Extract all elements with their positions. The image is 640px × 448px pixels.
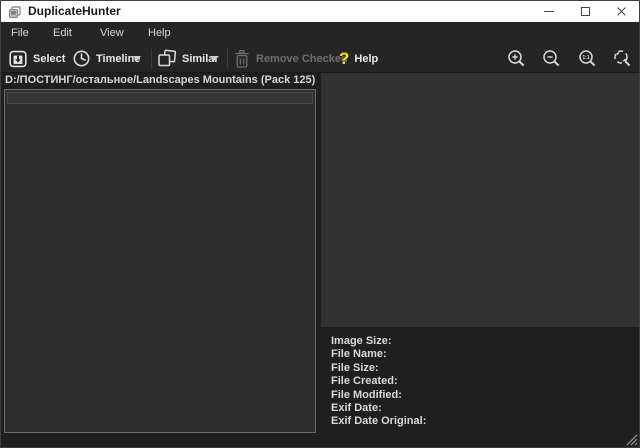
toolbar-separator xyxy=(151,49,152,68)
menu-help[interactable]: Help xyxy=(148,22,171,45)
zoom-actual-size-icon: 1:1 xyxy=(578,49,598,69)
maximize-button[interactable] xyxy=(567,1,603,22)
current-folder-path: D:/ПОСТИНГ/остальное/Landscapes Mountain… xyxy=(5,74,315,86)
zoom-in-icon xyxy=(507,49,527,69)
toolbar-separator xyxy=(227,49,228,68)
menu-edit[interactable]: Edit xyxy=(53,22,72,45)
image-preview-area[interactable] xyxy=(321,73,639,327)
menu-view[interactable]: View xyxy=(100,22,124,45)
file-details-panel: Image Size: File Name: File Size: File C… xyxy=(331,335,426,429)
window-title: DuplicateHunter xyxy=(28,1,121,22)
detail-exif-date-original-label: Exif Date Original: xyxy=(331,415,426,428)
zoom-in-button[interactable] xyxy=(507,45,527,72)
close-icon xyxy=(616,6,627,17)
list-item-selected[interactable] xyxy=(7,92,313,104)
select-label: Select xyxy=(33,53,65,65)
detail-file-modified-label: File Modified: xyxy=(331,389,426,402)
app-logo-icon xyxy=(8,5,22,19)
timeline-clock-icon xyxy=(72,49,91,68)
zoom-fit-icon xyxy=(613,49,633,69)
detail-exif-date-label: Exif Date: xyxy=(331,402,426,415)
app-window: DuplicateHunter File Edit View Help Sele… xyxy=(0,0,640,448)
duplicate-list-panel[interactable] xyxy=(4,89,316,433)
window-controls xyxy=(531,1,639,22)
close-button[interactable] xyxy=(603,1,639,22)
menu-file[interactable]: File xyxy=(11,22,29,45)
help-question-icon: ? xyxy=(339,45,349,72)
toolbar: Select Timeline Similar xyxy=(1,45,639,73)
timeline-dropdown-button[interactable] xyxy=(133,45,141,72)
detail-file-name-label: File Name: xyxy=(331,348,426,361)
select-icon xyxy=(8,49,28,69)
maximize-icon xyxy=(581,7,590,16)
svg-text:1:1: 1:1 xyxy=(582,55,589,61)
menubar: File Edit View Help xyxy=(1,22,639,45)
zoom-actual-size-button[interactable]: 1:1 xyxy=(578,45,598,72)
chevron-down-icon xyxy=(133,56,141,61)
help-label: Help xyxy=(354,53,378,65)
zoom-out-icon xyxy=(542,49,562,69)
help-button[interactable]: ? Help xyxy=(339,45,378,72)
chevron-down-icon xyxy=(210,56,218,61)
zoom-fit-button[interactable] xyxy=(613,45,633,72)
titlebar: DuplicateHunter xyxy=(1,1,639,22)
remove-checked-label: Remove Checked xyxy=(256,53,348,65)
timeline-button[interactable]: Timeline xyxy=(72,45,140,72)
minimize-icon xyxy=(544,11,554,12)
detail-image-size-label: Image Size: xyxy=(331,335,426,348)
minimize-button[interactable] xyxy=(531,1,567,22)
similar-dropdown-button[interactable] xyxy=(210,45,218,72)
zoom-out-button[interactable] xyxy=(542,45,562,72)
remove-checked-button[interactable]: Remove Checked xyxy=(233,45,348,72)
detail-file-created-label: File Created: xyxy=(331,375,426,388)
trash-icon xyxy=(233,49,251,69)
similar-icon xyxy=(157,49,177,68)
detail-file-size-label: File Size: xyxy=(331,362,426,375)
resize-grip[interactable] xyxy=(625,433,638,446)
select-button[interactable]: Select xyxy=(8,45,65,72)
